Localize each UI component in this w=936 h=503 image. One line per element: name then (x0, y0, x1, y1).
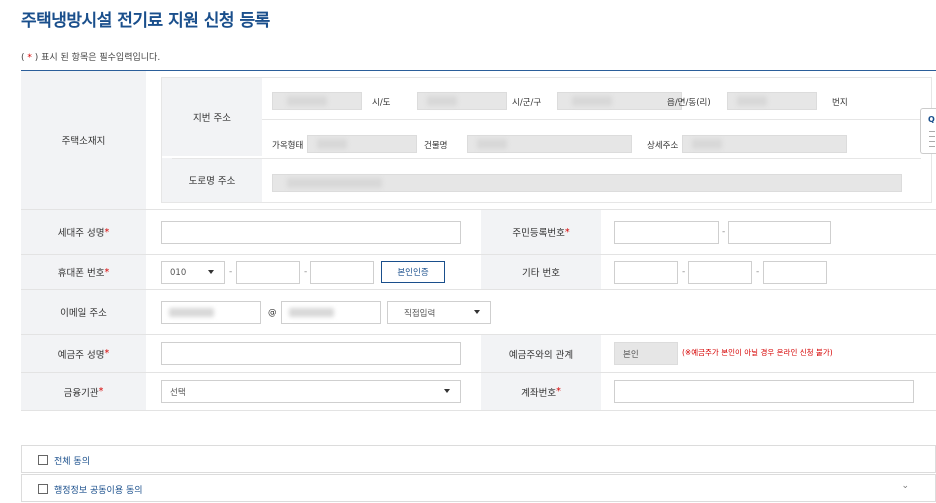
mobile-label: 휴대폰 번호 * (21, 255, 146, 289)
bank-select[interactable]: 선택 (161, 380, 461, 403)
address-separator (172, 158, 921, 159)
detail-value (692, 139, 722, 149)
resident-no-front-input[interactable] (614, 221, 719, 244)
relation-field: 본인 (614, 342, 678, 365)
chevron-down-icon (444, 389, 450, 393)
email-at-sign: @ (268, 308, 277, 318)
address-box: 지번 주소 도로명 주소 시/도 시/군/구 읍/면/동(리) 번지 가옥형태 … (161, 77, 932, 203)
resident-no-back-input[interactable] (728, 221, 831, 244)
quick-menu-letter: Q (928, 115, 935, 124)
auth-button[interactable]: 본인인증 (381, 261, 445, 283)
depositor-row: 예금주 성명 * 예금주와의 관계 본인 (※예금주가 본인이 아닐 경우 온라인… (21, 335, 936, 373)
jibun-label: 지번 주소 (162, 78, 262, 156)
other-phone-first-input[interactable] (614, 261, 678, 284)
quick-menu-line (929, 131, 935, 132)
sigungu-value (427, 96, 457, 106)
email-row: 이메일 주소 @ 직접입력 (21, 290, 936, 335)
mobile-row: 휴대폰 번호 * 010 - - 본인인증 기타 번호 - - (21, 255, 936, 290)
agree-all-checkbox[interactable] (38, 455, 48, 465)
chevron-down-icon (474, 310, 480, 314)
agree-admin-info-item[interactable]: 행정정보 공동이용 동의 ⌄ (21, 474, 936, 502)
sido-label: 시/도 (372, 98, 391, 108)
chevron-down-icon (208, 270, 214, 274)
mobile-dash: - (229, 267, 233, 277)
agree-admin-info-checkbox[interactable] (38, 484, 48, 494)
account-input[interactable] (614, 380, 914, 403)
building-label: 건물명 (424, 141, 448, 151)
householder-label: 세대주 성명 * (21, 210, 146, 254)
detail-label: 상세주소 (647, 141, 679, 151)
address-row: 주택소재지 지번 주소 도로명 주소 시/도 시/군/구 읍/면/동(리) 번지… (21, 71, 936, 210)
resident-no-dash: - (722, 227, 726, 237)
bank-row: 금융기관 * 선택 계좌번호 * (21, 373, 936, 411)
house-type-value (317, 139, 347, 149)
quick-menu-line (929, 136, 935, 137)
sido-value (287, 96, 327, 106)
road-label: 도로명 주소 (162, 158, 262, 202)
other-phone-middle-input[interactable] (688, 261, 752, 284)
relation-note: (※예금주가 본인이 아닐 경우 온라인 신청 불가) (682, 348, 833, 357)
bunji-label: 번지 (832, 98, 848, 108)
quick-menu-tab[interactable]: Q (920, 108, 936, 154)
quick-menu-line (929, 146, 935, 147)
email-domain-value (289, 308, 334, 317)
quick-menu-line (929, 141, 935, 142)
building-value (477, 139, 507, 149)
householder-input[interactable] (161, 221, 461, 244)
eupmyeon-value (572, 96, 612, 106)
depositor-label: 예금주 성명 * (21, 335, 146, 372)
mobile-last-input[interactable] (310, 261, 374, 284)
email-label: 이메일 주소 (21, 290, 146, 334)
mobile-dash: - (304, 267, 308, 277)
mobile-middle-input[interactable] (236, 261, 300, 284)
page-title: 주택냉방시설 전기료 지원 신청 등록 (21, 11, 270, 31)
chevron-down-icon[interactable]: ⌄ (901, 481, 909, 491)
email-id-value (169, 308, 214, 317)
resident-no-label: 주민등록번호 * (481, 210, 601, 254)
eupmyeon-label: 읍/면/동(리) (667, 98, 711, 108)
address-label: 주택소재지 (21, 71, 146, 209)
email-domain-select[interactable]: 직접입력 (387, 301, 491, 324)
bank-label: 금융기관 * (21, 373, 146, 410)
other-phone-dash: - (756, 267, 760, 277)
depositor-input[interactable] (161, 342, 461, 365)
address-separator (262, 119, 921, 120)
relation-label: 예금주와의 관계 (481, 335, 601, 372)
agree-all-item[interactable]: 전체 동의 (21, 445, 936, 473)
agree-admin-info-label: 행정정보 공동이용 동의 (54, 486, 143, 496)
householder-row: 세대주 성명 * 주민등록번호 * - (21, 210, 936, 255)
account-label: 계좌번호 * (481, 373, 601, 410)
agree-all-label: 전체 동의 (54, 457, 90, 467)
other-phone-label: 기타 번호 (481, 255, 601, 289)
sigungu-label: 시/군/구 (512, 98, 542, 108)
bunji-value (737, 96, 767, 106)
house-type-label: 가옥형태 (272, 141, 304, 151)
other-phone-dash: - (682, 267, 686, 277)
mobile-prefix-select[interactable]: 010 (161, 261, 225, 284)
road-address-value (287, 178, 382, 188)
other-phone-last-input[interactable] (763, 261, 827, 284)
required-note: ( * ) 표시 된 항목은 필수입력입니다. (21, 53, 161, 63)
